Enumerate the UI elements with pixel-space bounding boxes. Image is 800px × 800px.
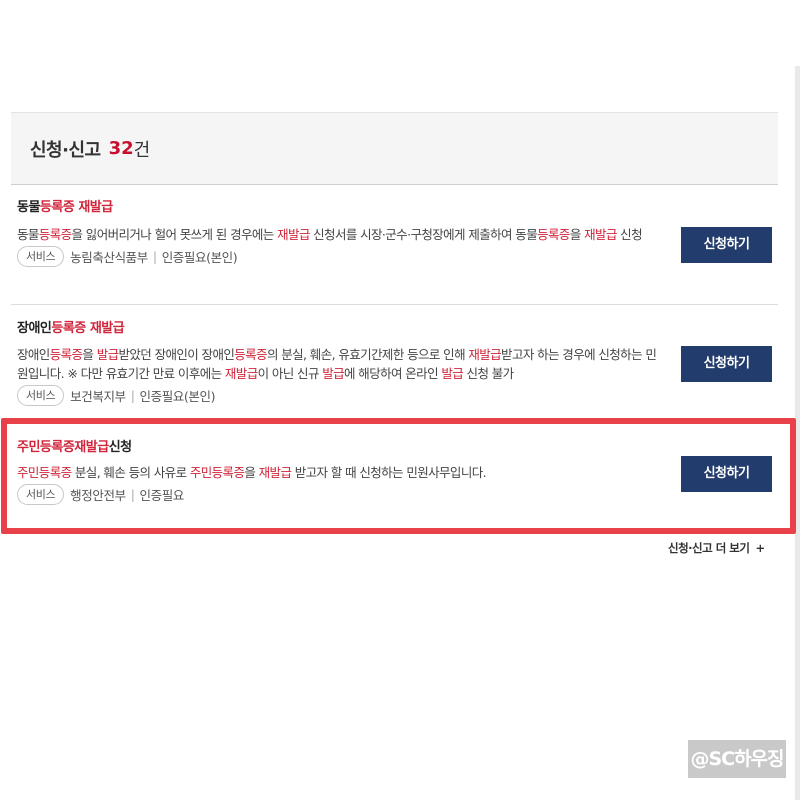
panel-header: 신청·신고 32 건 bbox=[11, 112, 778, 185]
keyword-highlight: 주민등록증 bbox=[17, 465, 72, 480]
text-segment: 동물 bbox=[17, 227, 39, 242]
keyword-highlight: 발급 bbox=[322, 366, 345, 381]
list-item: 장애인등록증 재발급 장애인등록증을 발급받았던 장애인이 장애인등록증의 분실… bbox=[11, 320, 778, 406]
text-segment: 에 해당하여 온라인 bbox=[344, 366, 442, 381]
item-meta: 서비스 농림축산식품부 | 인증필요(본인) bbox=[17, 246, 778, 267]
text-segment: 을 bbox=[82, 347, 97, 362]
text-segment: 받았던 장애인이 장애인 bbox=[118, 347, 235, 362]
more-link[interactable]: 신청·신고 더 보기 + bbox=[668, 540, 765, 556]
result-unit: 건 bbox=[133, 139, 151, 161]
text-segment: 의 분실, 훼손, 유효기간제한 등으로 인해 bbox=[266, 347, 469, 362]
meta-separator: | bbox=[130, 487, 135, 502]
text-segment: 장애인 bbox=[17, 347, 50, 362]
service-tag: 서비스 bbox=[17, 484, 65, 505]
department-label: 보건복지부 bbox=[70, 389, 126, 404]
meta-separator: | bbox=[152, 249, 157, 264]
plus-icon: + bbox=[755, 541, 765, 555]
keyword-highlight: 재발급 bbox=[584, 227, 617, 242]
list-item: 동물등록증 재발급 동물등록증을 잃어버리거나 헐어 못쓰게 된 경우에는 재발… bbox=[11, 199, 778, 267]
text-segment: 신청 불가 bbox=[463, 366, 515, 381]
item-meta: 서비스 행정안전부 | 인증필요 bbox=[17, 484, 778, 505]
text-segment: 이 아닌 신규 bbox=[257, 366, 323, 381]
keyword-highlight: 등록증 bbox=[51, 321, 86, 336]
text-segment: 을 bbox=[244, 465, 259, 480]
meta-separator: | bbox=[130, 388, 135, 403]
keyword-highlight: 발급 bbox=[96, 347, 119, 362]
watermark: @SC하우징 bbox=[688, 740, 786, 778]
keyword-highlight: 재발급 bbox=[78, 200, 113, 215]
divider bbox=[11, 304, 778, 305]
item-meta: 서비스 보건복지부 | 인증필요(본인) bbox=[17, 385, 778, 406]
apply-button[interactable]: 신청하기 bbox=[681, 456, 772, 492]
text-segment: 신청 bbox=[616, 227, 642, 242]
text-segment: 받고자 할 때 신청하는 민원사무입니다. bbox=[291, 465, 487, 480]
item-description: 동물등록증을 잃어버리거나 헐어 못쓰게 된 경우에는 재발급 신청서를 시장·… bbox=[17, 225, 657, 244]
item-description: 주민등록증 분실, 훼손 등의 사유로 주민등록증을 재발급 받고자 할 때 신… bbox=[17, 463, 657, 482]
keyword-highlight: 재발급 bbox=[258, 465, 292, 480]
text-segment: 장애인 bbox=[17, 321, 52, 336]
auth-label: 인증필요 bbox=[139, 488, 185, 503]
list-item: 주민등록증재발급신청 주민등록증 분실, 훼손 등의 사유로 주민등록증을 재발… bbox=[11, 439, 778, 505]
more-label: 신청·신고 더 보기 bbox=[668, 541, 750, 555]
auth-label: 인증필요(본인) bbox=[161, 250, 238, 265]
text-segment: 을 bbox=[569, 227, 585, 242]
item-description: 장애인등록증을 발급받았던 장애인이 장애인등록증의 분실, 훼손, 유효기간제… bbox=[17, 345, 657, 383]
text-segment: 신청서를 시장·군수·구청장에게 제출하여 동물 bbox=[309, 227, 538, 242]
keyword-highlight: 재발급 bbox=[89, 321, 125, 336]
apply-button[interactable]: 신청하기 bbox=[681, 227, 772, 263]
text-segment: 분실, 훼손 등의 사유로 bbox=[71, 465, 190, 480]
keyword-highlight: 재발급 bbox=[224, 366, 258, 381]
keyword-highlight: 재발급 bbox=[468, 347, 502, 362]
apply-button[interactable]: 신청하기 bbox=[681, 346, 772, 382]
panel-title: 신청·신고 bbox=[30, 139, 101, 161]
result-panel: 신청·신고 32 건 bbox=[11, 112, 778, 185]
keyword-highlight: 주민등록증 bbox=[189, 465, 245, 480]
keyword-highlight: 등록증 bbox=[38, 227, 72, 242]
keyword-highlight: 재발급 bbox=[277, 227, 310, 242]
service-tag: 서비스 bbox=[17, 385, 65, 406]
text-segment: 을 잃어버리거나 헐어 못쓰게 된 경우에는 bbox=[71, 227, 278, 242]
keyword-highlight: 등록증 bbox=[537, 227, 570, 242]
keyword-highlight: 주민등록증재발급 bbox=[17, 440, 109, 455]
item-title-link[interactable]: 장애인등록증 재발급 bbox=[17, 320, 778, 338]
keyword-highlight: 등록증 bbox=[39, 200, 75, 215]
result-count: 32 bbox=[108, 138, 134, 159]
department-label: 농림축산식품부 bbox=[70, 250, 148, 265]
auth-label: 인증필요(본인) bbox=[139, 389, 216, 404]
item-title-link[interactable]: 동물등록증 재발급 bbox=[17, 199, 778, 217]
text-segment: 동물 bbox=[17, 200, 40, 215]
text-segment: 신청 bbox=[108, 440, 132, 455]
service-tag: 서비스 bbox=[17, 246, 65, 267]
item-title-link[interactable]: 주민등록증재발급신청 bbox=[17, 439, 778, 457]
department-label: 행정안전부 bbox=[70, 488, 126, 503]
keyword-highlight: 발급 bbox=[441, 366, 464, 381]
keyword-highlight: 등록증 bbox=[234, 347, 267, 362]
keyword-highlight: 등록증 bbox=[49, 347, 83, 362]
